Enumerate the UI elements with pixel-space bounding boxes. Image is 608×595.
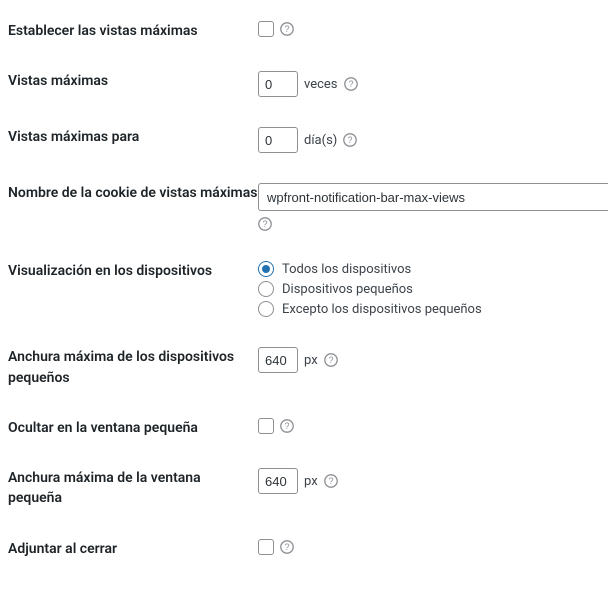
input-max-views[interactable]	[258, 71, 298, 97]
input-cookie-name[interactable]	[258, 183, 608, 211]
label-display-devices: Visualización en los dispositivos	[8, 261, 258, 281]
radio-small-devices[interactable]	[258, 281, 274, 297]
row-hide-small-window: Ocultar en la ventana pequeña	[8, 403, 600, 453]
row-set-max-views: Establecer las vistas máximas	[8, 6, 600, 56]
row-small-device-width: Anchura máxima de los dispositivos peque…	[8, 332, 600, 403]
suffix-px: px	[304, 474, 318, 489]
label-max-views: Vistas máximas	[8, 71, 258, 91]
checkbox-attach-on-close[interactable]	[258, 539, 274, 555]
label-attach-on-close: Adjuntar al cerrar	[8, 539, 258, 559]
radio-label: Excepto los dispositivos pequeños	[282, 302, 482, 317]
suffix-max-views-for: día(s)	[304, 133, 337, 148]
row-display-devices: Visualización en los dispositivos Todos …	[8, 246, 600, 332]
radio-option-all-devices[interactable]: Todos los dispositivos	[258, 261, 411, 277]
radio-except-small-devices[interactable]	[258, 301, 274, 317]
help-icon[interactable]	[324, 474, 338, 488]
checkbox-hide-small-window[interactable]	[258, 418, 274, 434]
suffix-max-views: veces	[304, 77, 338, 92]
help-icon[interactable]	[280, 419, 294, 433]
label-cookie-name: Nombre de la cookie de vistas máximas	[8, 183, 258, 203]
label-small-window-width: Anchura máxima de la ventana pequeña	[8, 468, 258, 509]
row-max-views-for: Vistas máximas para día(s)	[8, 112, 600, 168]
checkbox-set-max-views[interactable]	[258, 21, 274, 37]
row-cookie-name: Nombre de la cookie de vistas máximas	[8, 168, 600, 246]
row-attach-on-close: Adjuntar al cerrar	[8, 524, 600, 574]
help-icon[interactable]	[280, 22, 294, 36]
input-small-device-width[interactable]	[258, 347, 298, 373]
help-icon[interactable]	[344, 77, 358, 91]
label-hide-small-window: Ocultar en la ventana pequeña	[8, 418, 258, 438]
radio-label: Dispositivos pequeños	[282, 282, 413, 297]
label-max-views-for: Vistas máximas para	[8, 127, 258, 147]
label-small-device-width: Anchura máxima de los dispositivos peque…	[8, 347, 258, 388]
help-icon[interactable]	[280, 540, 294, 554]
row-max-views: Vistas máximas veces	[8, 56, 600, 112]
help-icon[interactable]	[258, 217, 272, 231]
suffix-px: px	[304, 353, 318, 368]
radio-label: Todos los dispositivos	[282, 262, 411, 277]
input-small-window-width[interactable]	[258, 468, 298, 494]
radio-option-small-devices[interactable]: Dispositivos pequeños	[258, 281, 413, 297]
radio-all-devices[interactable]	[258, 261, 274, 277]
label-set-max-views: Establecer las vistas máximas	[8, 21, 258, 41]
input-max-views-for[interactable]	[258, 127, 298, 153]
help-icon[interactable]	[343, 133, 357, 147]
help-icon[interactable]	[324, 353, 338, 367]
row-small-window-width: Anchura máxima de la ventana pequeña px	[8, 453, 600, 524]
radio-option-except-small-devices[interactable]: Excepto los dispositivos pequeños	[258, 301, 482, 317]
